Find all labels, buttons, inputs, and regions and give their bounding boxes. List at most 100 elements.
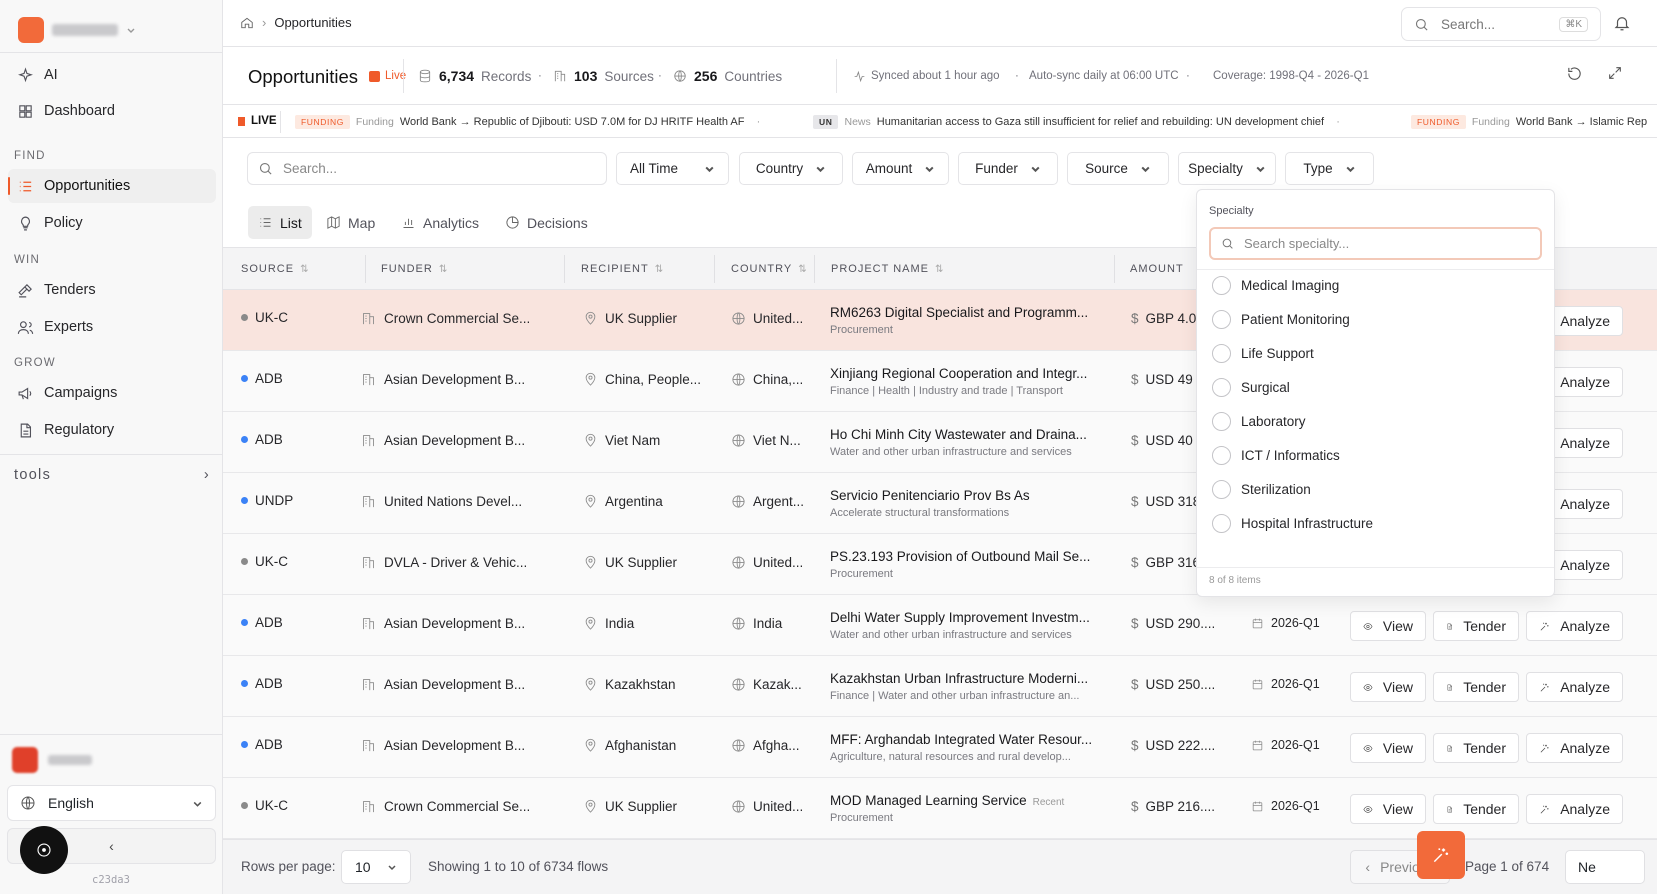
specialty-option[interactable]: ICT / Informatics — [1212, 446, 1340, 465]
tab-analytics[interactable]: Analytics — [391, 206, 489, 239]
specialty-option[interactable]: Patient Monitoring — [1212, 310, 1350, 329]
sidebar-item-policy[interactable]: Policy — [8, 206, 216, 240]
table-row[interactable]: ADB Asian Development B... Afghanistan Afgh… — [223, 717, 1657, 778]
section-label-find: FIND — [14, 150, 46, 162]
view-button[interactable]: View — [1350, 733, 1426, 763]
language-select[interactable]: English — [7, 785, 216, 821]
ai-assistant-button[interactable] — [1417, 831, 1465, 879]
specialty-search-input[interactable]: Search specialty... — [1209, 227, 1542, 260]
view-button[interactable]: View — [1350, 672, 1426, 702]
sidebar-item-regulatory[interactable]: Regulatory — [8, 413, 216, 447]
specialty-option[interactable]: Surgical — [1212, 378, 1290, 397]
tab-decisions[interactable]: Decisions — [495, 206, 598, 239]
table-search-input[interactable]: Search... — [247, 152, 607, 185]
record-button[interactable] — [20, 826, 68, 874]
table-row[interactable]: UK-C Crown Commercial Se... UK Supplier Uni… — [223, 778, 1657, 839]
next-page-button[interactable]: Ne — [1565, 850, 1645, 884]
sidebar-item-experts[interactable]: Experts — [8, 310, 216, 344]
specialty-option[interactable]: Hospital Infrastructure — [1212, 514, 1373, 533]
analyze-button[interactable]: Analyze — [1526, 733, 1623, 763]
view-button[interactable]: View — [1350, 611, 1426, 641]
source-status-dot — [241, 497, 248, 504]
column-header-recipient[interactable]: RECIPIENT ⇅ — [581, 263, 664, 275]
checkbox[interactable] — [1212, 344, 1231, 363]
rows-per-page-select[interactable]: 10 — [341, 850, 411, 884]
project-name[interactable]: Servicio Penitenciario Prov Bs As — [830, 488, 1030, 503]
amount-value: GBP 316 — [1145, 555, 1201, 570]
table-row[interactable]: ADB Asian Development B... Kazakhstan Kazak… — [223, 656, 1657, 717]
column-header-country[interactable]: COUNTRY ⇅ — [731, 263, 808, 275]
time-range-select[interactable]: All Time — [616, 152, 729, 185]
ticker-item[interactable]: FUNDING Funding World Bank → Islamic Rep — [1411, 115, 1647, 129]
location-pin-icon — [585, 738, 596, 752]
ticker-item[interactable]: UN News Humanitarian access to Gaza stil… — [813, 115, 1340, 129]
ticker-item[interactable]: FUNDING Funding World Bank → Republic of… — [295, 115, 760, 129]
tools-section-toggle[interactable]: tools › — [14, 467, 210, 483]
filter-country[interactable]: Country — [739, 152, 843, 185]
sidebar-item-campaigns[interactable]: Campaigns — [8, 376, 216, 410]
tender-button[interactable]: Tender — [1433, 672, 1519, 702]
specialty-option[interactable]: Medical Imaging — [1212, 276, 1339, 295]
tender-button[interactable]: Tender — [1433, 611, 1519, 641]
sidebar-item-dashboard[interactable]: Dashboard — [8, 94, 216, 128]
checkbox[interactable] — [1212, 310, 1231, 329]
project-name[interactable]: Ho Chi Minh City Wastewater and Draina..… — [830, 427, 1087, 442]
header-label: SOURCE — [241, 263, 295, 275]
filter-amount[interactable]: Amount — [852, 152, 949, 185]
calendar-icon — [1252, 618, 1263, 628]
tab-map[interactable]: Map — [316, 206, 385, 239]
country-value: Viet N... — [753, 433, 801, 448]
sidebar-item-tenders[interactable]: Tenders — [8, 273, 216, 307]
project-name[interactable]: Delhi Water Supply Improvement Investm..… — [830, 610, 1090, 625]
column-header-funder[interactable]: FUNDER ⇅ — [381, 263, 448, 275]
analyze-button[interactable]: Analyze — [1526, 794, 1623, 824]
filter-source[interactable]: Source — [1067, 152, 1169, 185]
tender-button[interactable]: Tender — [1433, 794, 1519, 824]
filter-funder[interactable]: Funder — [958, 152, 1058, 185]
project-name[interactable]: MOD Managed Learning Service Recent — [830, 793, 1064, 808]
tab-list[interactable]: List — [248, 206, 312, 239]
project-name[interactable]: Kazakhstan Urban Infrastructure Moderni.… — [830, 671, 1088, 686]
workspace-switcher[interactable] — [18, 14, 136, 46]
sidebar-item-opportunities[interactable]: Opportunities — [8, 169, 216, 203]
home-icon[interactable] — [240, 16, 254, 30]
column-header-source[interactable]: SOURCE ⇅ — [241, 263, 309, 275]
analyze-button[interactable]: Analyze — [1526, 672, 1623, 702]
checkbox[interactable] — [1212, 378, 1231, 397]
header-label: PROJECT NAME — [831, 263, 929, 275]
project-name[interactable]: RM6263 Digital Specialist and Programm..… — [830, 305, 1088, 320]
project-category: Agriculture, natural resources and rural… — [830, 751, 1071, 763]
specialty-option[interactable]: Laboratory — [1212, 412, 1306, 431]
building-icon — [363, 496, 374, 508]
option-label: Medical Imaging — [1241, 278, 1340, 293]
column-header-amount[interactable]: AMOUNT — [1130, 263, 1184, 275]
checkbox[interactable] — [1212, 480, 1231, 499]
checkbox[interactable] — [1212, 276, 1231, 295]
project-name[interactable]: PS.23.193 Provision of Outbound Mail Se.… — [830, 549, 1090, 564]
checkbox[interactable] — [1212, 412, 1231, 431]
sidebar-item-ai[interactable]: AI — [8, 58, 216, 92]
project-name[interactable]: Xinjiang Regional Cooperation and Integr… — [830, 366, 1087, 381]
view-button[interactable]: View — [1350, 794, 1426, 824]
specialty-option[interactable]: Life Support — [1212, 344, 1314, 363]
specialty-option[interactable]: Sterilization — [1212, 480, 1311, 499]
filter-specialty[interactable]: Specialty — [1178, 152, 1276, 185]
recipient-cell: Argentina — [583, 494, 663, 509]
expand-icon[interactable] — [1607, 65, 1623, 81]
page-header: Opportunities Live 6,734 Records · 103 S… — [223, 47, 1657, 105]
refresh-icon[interactable] — [1566, 65, 1583, 82]
analyze-button[interactable]: Analyze — [1526, 611, 1623, 641]
user-profile[interactable] — [12, 747, 92, 773]
bell-icon[interactable] — [1613, 14, 1631, 32]
button-label: Analyze — [1560, 435, 1610, 451]
checkbox[interactable] — [1212, 514, 1231, 533]
tender-button[interactable]: Tender — [1433, 733, 1519, 763]
chevron-down-icon — [1141, 166, 1150, 173]
project-name[interactable]: MFF: Arghandab Integrated Water Resour..… — [830, 732, 1092, 747]
global-search[interactable]: Search... ⌘K — [1401, 7, 1601, 41]
filter-type[interactable]: Type — [1285, 152, 1374, 185]
column-header-project-name[interactable]: PROJECT NAME ⇅ — [831, 263, 944, 275]
checkbox[interactable] — [1212, 446, 1231, 465]
table-row[interactable]: ADB Asian Development B... India India Delhi… — [223, 595, 1657, 656]
records-stat: 6,734 Records — [418, 68, 531, 84]
